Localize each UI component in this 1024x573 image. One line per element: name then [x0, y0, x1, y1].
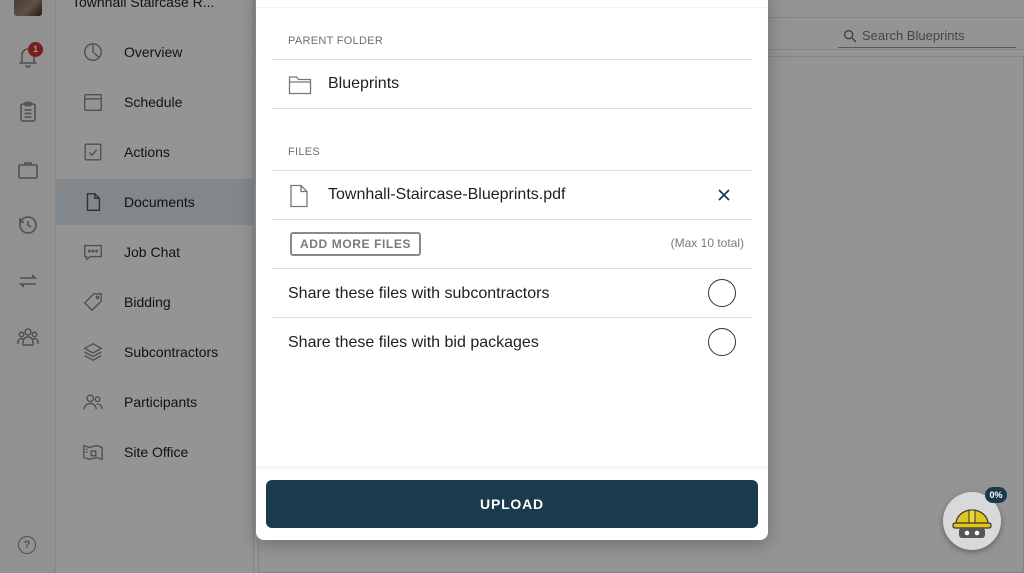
share-subcontractors-label: Share these files with subcontractors	[288, 285, 550, 302]
share-bid-packages-label: Share these files with bid packages	[288, 334, 539, 351]
remove-file-close-icon[interactable]	[714, 185, 734, 205]
hard-hat-icon	[952, 509, 992, 538]
share-subcontractors-row[interactable]: Share these files with subcontractors	[272, 268, 752, 318]
share-bid-packages-radio[interactable]	[708, 328, 736, 356]
file-icon	[288, 184, 310, 213]
parent-folder-name: Blueprints	[328, 75, 400, 92]
files-label: FILES	[288, 146, 321, 158]
upload-files-modal: PARENT FOLDER Blueprints FILES Townhall-…	[256, 0, 768, 540]
parent-folder-row: Blueprints	[272, 59, 752, 109]
folder-icon	[288, 74, 312, 101]
parent-folder-label: PARENT FOLDER	[288, 35, 384, 47]
add-more-files-button[interactable]: ADD MORE FILES	[290, 232, 422, 256]
modal-top-divider	[256, 0, 768, 8]
share-subcontractors-radio[interactable]	[708, 279, 736, 307]
share-bid-packages-row[interactable]: Share these files with bid packages	[272, 317, 752, 367]
upload-button[interactable]: UPLOAD	[266, 480, 758, 528]
add-more-row: ADD MORE FILES (Max 10 total)	[272, 219, 752, 269]
progress-badge: 0%	[985, 487, 1007, 503]
file-row: Townhall-Staircase-Blueprints.pdf	[272, 170, 752, 220]
max-files-note: (Max 10 total)	[670, 236, 744, 250]
modal-footer-divider	[256, 466, 768, 472]
file-name: Townhall-Staircase-Blueprints.pdf	[328, 186, 566, 203]
